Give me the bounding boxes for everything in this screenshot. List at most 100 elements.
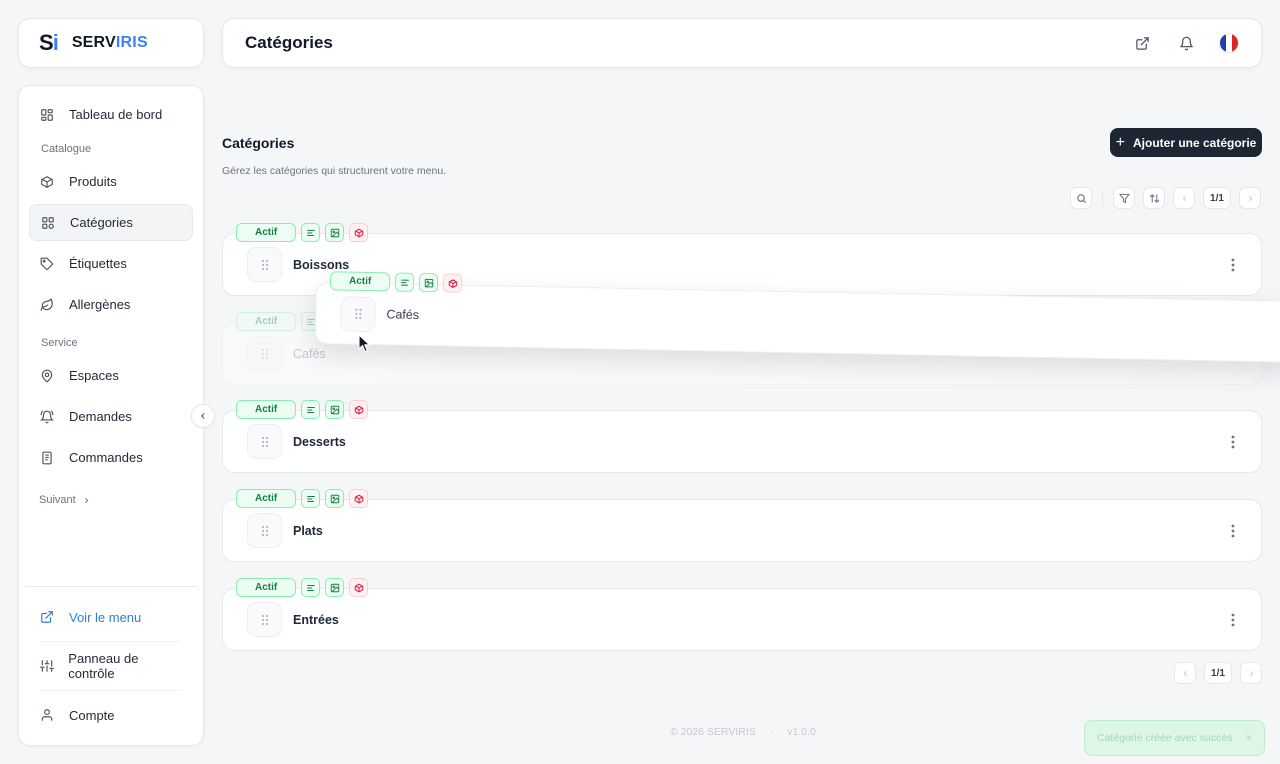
image-icon (325, 400, 345, 419)
category-name: Cafés (293, 346, 326, 361)
sidebar-item-label: Produits (69, 174, 117, 189)
page-indicator: 1/1 (1204, 662, 1232, 684)
drag-handle-icon[interactable] (247, 424, 282, 459)
image-icon (325, 578, 345, 597)
page-indicator: 1/1 (1203, 187, 1231, 209)
description-icon (301, 400, 321, 419)
sidebar-item-categories[interactable]: Catégories (29, 204, 193, 241)
status-badge: Actif (236, 578, 297, 597)
next-page-button[interactable] (1239, 187, 1261, 209)
sidebar-item-tags[interactable]: Étiquettes (29, 245, 193, 282)
search-icon (1076, 193, 1087, 204)
category-name: Cafés (386, 307, 420, 322)
category-row[interactable]: Actif Entrées (222, 578, 1262, 651)
language-flag-fr-icon[interactable] (1219, 33, 1239, 53)
bottom-pagination: 1/1 (1174, 662, 1262, 684)
external-link-icon (39, 609, 55, 625)
sidebar: Tableau de bord Catalogue Produits Catég… (18, 85, 204, 746)
bell-icon (39, 409, 55, 425)
more-vertical-icon[interactable] (1231, 613, 1235, 627)
external-link-icon[interactable] (1131, 32, 1153, 54)
leaf-icon (39, 297, 55, 313)
chevron-right-icon (1246, 194, 1255, 203)
more-vertical-icon[interactable] (1231, 435, 1235, 449)
status-badge: Actif (236, 223, 297, 242)
grid-icon (40, 215, 56, 231)
status-badge: Actif (236, 489, 297, 508)
top-header: Catégories (222, 18, 1262, 68)
description-icon (301, 578, 321, 597)
notification-bell-icon[interactable] (1175, 32, 1197, 54)
next-page-button[interactable] (1240, 662, 1262, 684)
box-icon (39, 174, 55, 190)
products-icon (349, 400, 369, 419)
close-icon[interactable]: × (1246, 732, 1252, 744)
view-menu-link[interactable]: Voir le menu (29, 595, 193, 639)
logo[interactable]: Si SERVIRIS (18, 18, 204, 68)
sidebar-item-orders[interactable]: Commandes (29, 439, 193, 476)
map-pin-icon (39, 368, 55, 384)
sidebar-item-products[interactable]: Produits (29, 163, 193, 200)
more-vertical-icon[interactable] (1231, 524, 1235, 538)
sidebar-item-dashboard[interactable]: Tableau de bord (29, 96, 193, 133)
status-badge: Actif (236, 312, 297, 331)
drag-handle-icon[interactable] (247, 513, 282, 548)
sidebar-item-label: Demandes (69, 409, 132, 424)
drag-handle-icon (247, 336, 282, 371)
prev-page-button[interactable] (1173, 187, 1195, 209)
control-panel-link[interactable]: Panneau de contrôle (29, 644, 193, 688)
status-badges: Actif (236, 312, 321, 331)
chevron-left-icon (1181, 669, 1190, 678)
drag-handle-icon[interactable] (247, 247, 282, 282)
category-row[interactable]: Actif Desserts (222, 400, 1262, 473)
chevron-left-icon (198, 411, 208, 421)
prev-page-button[interactable] (1174, 662, 1196, 684)
app-version: v1.0.0 (787, 726, 816, 738)
category-name: Plats (293, 523, 323, 538)
status-badges: Actif (236, 489, 369, 508)
sidebar-collapse-button[interactable] (191, 404, 215, 428)
drag-handle-icon[interactable] (247, 602, 282, 637)
sidebar-item-label: Catégories (70, 215, 133, 230)
products-icon (349, 578, 369, 597)
drag-handle-icon[interactable] (340, 295, 376, 332)
search-button[interactable] (1070, 187, 1092, 209)
image-icon (419, 272, 439, 293)
filter-button[interactable] (1113, 187, 1135, 209)
chevron-left-icon (1180, 194, 1189, 203)
sidebar-item-spaces[interactable]: Espaces (29, 357, 193, 394)
image-icon (325, 223, 345, 242)
sidebar-item-label: Étiquettes (69, 256, 127, 271)
sidebar-item-requests[interactable]: Demandes (29, 398, 193, 435)
section-catalogue: Catalogue (41, 143, 92, 155)
footer-separator: · (769, 726, 774, 738)
logo-mark: Si (39, 30, 59, 55)
status-badge: Actif (329, 271, 391, 292)
sliders-icon (39, 658, 54, 674)
list-toolbar: 1/1 (1070, 187, 1261, 209)
sidebar-item-label: Allergènes (69, 297, 131, 312)
dashboard-icon (39, 107, 55, 123)
user-icon (39, 707, 55, 723)
add-category-button[interactable]: + Ajouter une catégorie (1110, 128, 1262, 157)
sort-button[interactable] (1143, 187, 1165, 209)
category-name: Entrées (293, 612, 339, 627)
status-badges: Actif (236, 400, 369, 419)
description-icon (301, 489, 321, 508)
plus-icon: + (1115, 133, 1125, 151)
page-title: Catégories (222, 135, 295, 151)
receipt-icon (39, 450, 55, 466)
products-icon (443, 273, 463, 293)
more-vertical-icon[interactable] (1231, 258, 1235, 272)
next-page-link[interactable]: Suivant (29, 480, 193, 520)
chevron-right-icon (82, 496, 91, 505)
sidebar-item-allergens[interactable]: Allergènes (29, 286, 193, 323)
category-row[interactable]: Actif Plats (222, 489, 1262, 562)
description-icon (301, 223, 321, 242)
account-link[interactable]: Compte (29, 693, 193, 737)
sidebar-item-label: Commandes (69, 450, 143, 465)
section-service: Service (41, 337, 78, 349)
page-subtitle: Gérez les catégories qui structurent vot… (222, 165, 447, 177)
sort-icon (1149, 193, 1160, 204)
status-badges: Actif (236, 578, 369, 597)
